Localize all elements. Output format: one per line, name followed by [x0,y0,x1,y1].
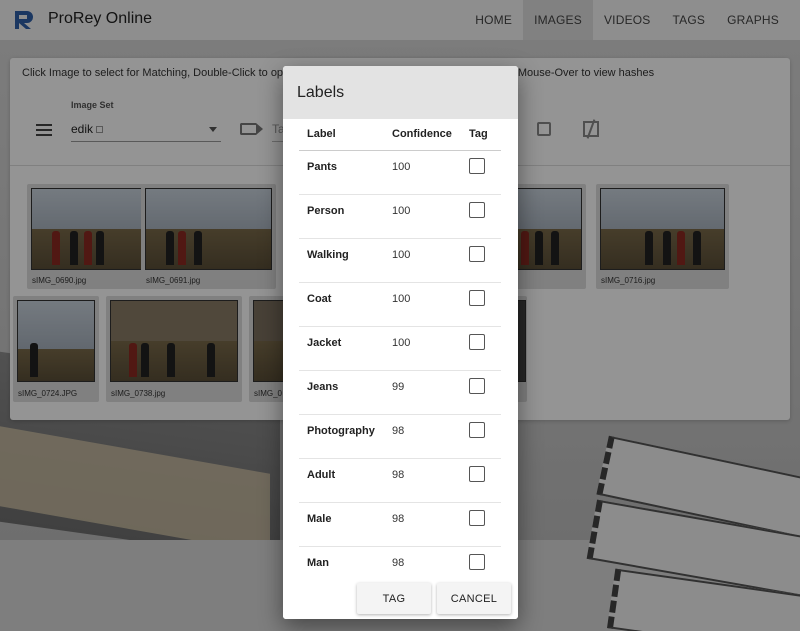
labels-dialog: Labels Label Confidence Tag Pants 100 Per… [283,66,518,619]
table-row: Walking 100 [299,239,501,283]
dialog-title: Labels [283,66,518,119]
tag-button[interactable]: TAG [357,583,431,614]
labels-table: Label Confidence Tag Pants 100 Person 100 … [283,119,518,576]
tag-checkbox[interactable] [469,466,485,482]
table-header: Label Confidence Tag [299,119,501,151]
table-row: Jacket 100 [299,327,501,371]
row-confidence: 98 [392,425,405,437]
column-header-confidence: Confidence [392,128,452,140]
tag-checkbox[interactable] [469,510,485,526]
dialog-actions: TAG CANCEL [283,576,518,619]
table-row: Man 98 [299,547,501,576]
row-label: Adult [307,469,336,481]
table-row: Male 98 [299,503,501,547]
column-header-tag: Tag [469,128,488,140]
row-label: Person [307,205,345,217]
row-label: Pants [307,161,337,173]
table-rows: Pants 100 Person 100 Walking 100 Coat 100 Ja… [299,151,501,576]
column-header-label: Label [307,128,336,140]
row-confidence: 99 [392,381,405,393]
row-confidence: 100 [392,337,411,349]
tag-checkbox[interactable] [469,158,485,174]
tag-checkbox[interactable] [469,334,485,350]
tag-checkbox[interactable] [469,554,485,570]
tag-checkbox[interactable] [469,202,485,218]
row-label: Male [307,513,332,525]
row-label: Walking [307,249,349,261]
row-label: Coat [307,293,332,305]
table-row: Jeans 99 [299,371,501,415]
row-confidence: 98 [392,469,405,481]
row-label: Jacket [307,337,342,349]
table-row: Photography 98 [299,415,501,459]
row-confidence: 100 [392,205,411,217]
row-label: Photography [307,425,375,437]
row-confidence: 98 [392,557,405,569]
row-confidence: 100 [392,249,411,261]
tag-checkbox[interactable] [469,422,485,438]
row-confidence: 98 [392,513,405,525]
table-row: Person 100 [299,195,501,239]
cancel-button[interactable]: CANCEL [437,583,511,614]
tag-checkbox[interactable] [469,246,485,262]
row-label: Jeans [307,381,339,393]
row-confidence: 100 [392,161,411,173]
tag-checkbox[interactable] [469,290,485,306]
row-confidence: 100 [392,293,411,305]
table-row: Coat 100 [299,283,501,327]
table-row: Adult 98 [299,459,501,503]
tag-checkbox[interactable] [469,378,485,394]
table-row: Pants 100 [299,151,501,195]
row-label: Man [307,557,329,569]
